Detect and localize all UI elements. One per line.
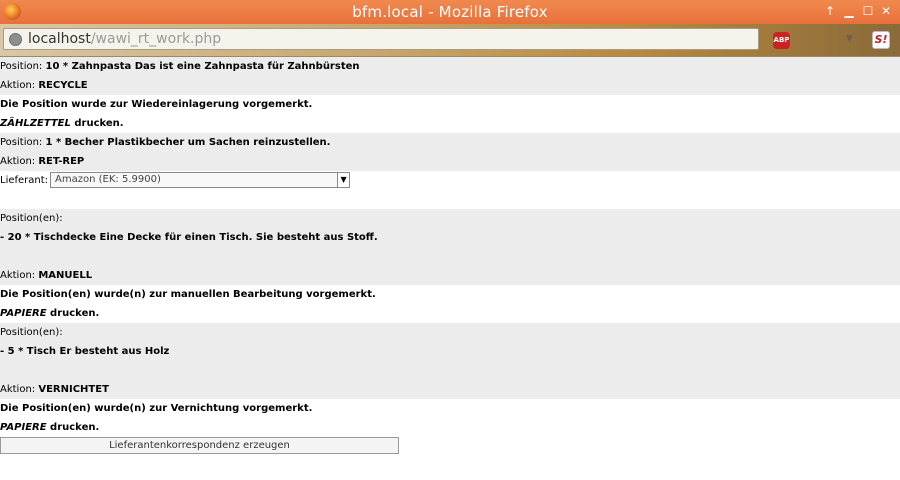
positions-item: - 20 * Tischdecke Eine Decke für einen T… bbox=[0, 232, 378, 243]
dropdown-arrow-icon[interactable]: ▼ bbox=[846, 34, 853, 44]
window-maximize-icon[interactable]: ☐ bbox=[861, 3, 875, 19]
position-value: 10 * Zahnpasta Das ist eine Zahnpasta fü… bbox=[45, 61, 360, 72]
window-titlebar: bfm.local - Mozilla Firefox ↑ ▁ ☐ ✕ bbox=[0, 0, 900, 24]
print-row: PAPIERE drucken. bbox=[0, 304, 900, 323]
action-row: Aktion: RET-REP bbox=[0, 152, 900, 171]
positions-item-row: - 5 * Tisch Er besteht aus Holz bbox=[0, 342, 900, 380]
status-message: Die Position(en) wurde(n) zur Vernichtun… bbox=[0, 403, 313, 414]
status-message: Die Position wurde zur Wiedereinlagerung… bbox=[0, 99, 313, 110]
supplier-row: Lieferant: Amazon (EK: 5.9900) ▼ bbox=[0, 171, 900, 209]
action-label: Aktion: bbox=[0, 384, 36, 395]
positions-item: - 5 * Tisch Er besteht aus Holz bbox=[0, 346, 170, 357]
positions-label-row: Position(en): bbox=[0, 323, 900, 342]
window-close-icon[interactable]: ✕ bbox=[879, 3, 893, 19]
url-path: /wawi_rt_work.php bbox=[90, 31, 222, 47]
action-label: Aktion: bbox=[0, 156, 36, 167]
action-row: Aktion: VERNICHTET bbox=[0, 380, 900, 399]
position-row: Position: 10 * Zahnpasta Das ist eine Za… bbox=[0, 57, 900, 76]
extension-icon[interactable]: S! bbox=[872, 31, 890, 49]
position-value: 1 * Becher Plastikbecher um Sachen reinz… bbox=[45, 137, 331, 148]
positions-label: Position(en): bbox=[0, 327, 63, 338]
action-value: VERNICHTET bbox=[38, 384, 109, 395]
message-row: Die Position(en) wurde(n) zur manuellen … bbox=[0, 285, 900, 304]
position-label: Position: bbox=[0, 137, 43, 148]
print-suffix: drucken. bbox=[46, 308, 100, 319]
supplier-selected-value: Amazon (EK: 5.9900) bbox=[55, 174, 161, 185]
url-text: localhost/wawi_rt_work.php bbox=[28, 31, 221, 47]
navigation-toolbar: localhost/wawi_rt_work.php ABP ▼ S! bbox=[0, 24, 900, 57]
positions-item-row: - 20 * Tischdecke Eine Decke für einen T… bbox=[0, 228, 900, 266]
action-row: Aktion: RECYCLE bbox=[0, 76, 900, 95]
positions-label: Position(en): bbox=[0, 213, 63, 224]
action-label: Aktion: bbox=[0, 270, 36, 281]
message-row: Die Position wurde zur Wiedereinlagerung… bbox=[0, 95, 900, 114]
window-minimize-icon[interactable]: ▁ bbox=[842, 3, 856, 19]
url-host: localhost bbox=[28, 31, 91, 47]
position-label: Position: bbox=[0, 61, 43, 72]
position-row: Position: 1 * Becher Plastikbecher um Sa… bbox=[0, 133, 900, 152]
supplier-label: Lieferant: bbox=[0, 175, 49, 186]
print-document: PAPIERE bbox=[0, 422, 47, 433]
print-suffix: drucken. bbox=[70, 118, 124, 129]
window-title: bfm.local - Mozilla Firefox bbox=[352, 3, 548, 21]
create-supplier-correspondence-button[interactable]: Lieferantenkorrespondenz erzeugen bbox=[0, 437, 399, 454]
print-document: ZÄHLZETTEL bbox=[0, 118, 71, 129]
button-area: Lieferantenkorrespondenz erzeugen bbox=[0, 437, 900, 473]
action-row: Aktion: MANUELL bbox=[0, 266, 900, 285]
globe-icon bbox=[9, 33, 22, 46]
print-row: ZÄHLZETTEL drucken. bbox=[0, 114, 900, 133]
print-document: PAPIERE bbox=[0, 308, 47, 319]
supplier-select[interactable]: Amazon (EK: 5.9900) ▼ bbox=[50, 172, 351, 188]
print-row: PAPIERE drucken. bbox=[0, 418, 900, 437]
action-value: RET-REP bbox=[38, 156, 85, 167]
action-value: RECYCLE bbox=[38, 80, 88, 91]
adblock-icon[interactable]: ABP bbox=[773, 32, 790, 49]
print-suffix: drucken. bbox=[46, 422, 100, 433]
url-bar[interactable]: localhost/wawi_rt_work.php bbox=[3, 28, 759, 50]
action-value: MANUELL bbox=[38, 270, 93, 281]
page-content: Position: 10 * Zahnpasta Das ist eine Za… bbox=[0, 57, 900, 473]
window-up-icon[interactable]: ↑ bbox=[823, 3, 837, 19]
status-message: Die Position(en) wurde(n) zur manuellen … bbox=[0, 289, 376, 300]
message-row: Die Position(en) wurde(n) zur Vernichtun… bbox=[0, 399, 900, 418]
select-arrow-icon[interactable]: ▼ bbox=[337, 173, 350, 187]
action-label: Aktion: bbox=[0, 80, 36, 91]
positions-label-row: Position(en): bbox=[0, 209, 900, 228]
